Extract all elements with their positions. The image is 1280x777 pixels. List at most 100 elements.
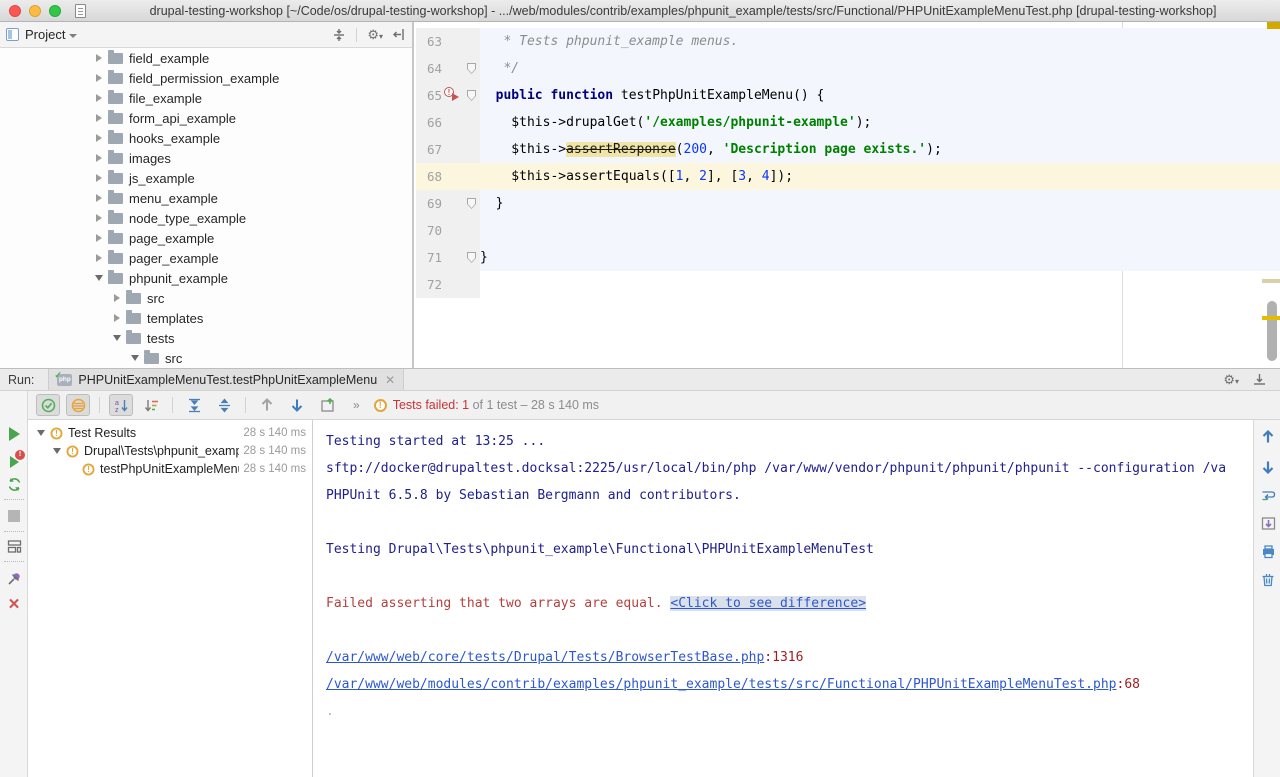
toolbar-overflow-chevron[interactable]: » <box>353 398 358 412</box>
scrollbar-mark-warning[interactable] <box>1262 279 1280 283</box>
project-tree-item[interactable]: src <box>0 348 410 368</box>
run-tab[interactable]: php✓ PHPUnitExampleMenuTest.testPhpUnitE… <box>48 369 404 390</box>
chevron-right-icon[interactable] <box>94 194 104 202</box>
editor-line[interactable]: 69 } <box>416 190 1280 217</box>
expand-all-button[interactable] <box>182 394 206 416</box>
editor-gutter[interactable]: 64 <box>416 55 480 82</box>
code-line[interactable]: $this->assertResponse(200, 'Description … <box>480 136 1280 163</box>
fold-marker-icon[interactable] <box>467 198 476 209</box>
chevron-down-icon[interactable] <box>69 34 77 38</box>
chevron-right-icon[interactable] <box>94 154 104 162</box>
rerun-failed-test-icon[interactable]: ! <box>444 87 457 100</box>
editor-line[interactable]: 63 * Tests phpunit_example menus. <box>416 28 1280 55</box>
chevron-down-icon[interactable] <box>130 355 140 361</box>
test-tree-item[interactable]: !Drupal\Tests\phpunit_example\Functional… <box>28 442 312 460</box>
settings-gear-icon[interactable]: ⚙▾ <box>1223 372 1239 388</box>
chevron-right-icon[interactable] <box>94 94 104 102</box>
pin-tab-button[interactable] <box>5 569 23 587</box>
error-stripe-mark[interactable] <box>1267 22 1280 29</box>
sort-by-duration-toggle[interactable] <box>139 394 163 416</box>
print-button[interactable] <box>1259 542 1277 560</box>
code-line[interactable] <box>480 217 1280 244</box>
hide-tool-window-button[interactable] <box>1253 373 1266 386</box>
line-number[interactable]: 69 <box>416 196 442 211</box>
chevron-down-icon[interactable] <box>112 335 122 341</box>
editor-line[interactable]: 68 $this->assertEquals([1, 2], [3, 4]); <box>416 163 1280 190</box>
previous-occurrence-button[interactable] <box>255 394 279 416</box>
project-tree-item[interactable]: field_permission_example <box>0 68 410 88</box>
project-tree-item[interactable]: js_example <box>0 168 410 188</box>
project-tree-item[interactable]: field_example <box>0 48 410 68</box>
editor-line[interactable]: 64 */ <box>416 55 1280 82</box>
hide-panel-button[interactable] <box>393 28 406 41</box>
toggle-auto-test-button[interactable] <box>5 475 23 493</box>
test-tree-item[interactable]: !Test Results28 s 140 ms <box>28 424 312 442</box>
project-tree-item[interactable]: node_type_example <box>0 208 410 228</box>
project-tree-item[interactable]: phpunit_example <box>0 268 410 288</box>
scrollbar-mark-warning-2[interactable] <box>1262 316 1280 320</box>
chevron-down-icon[interactable] <box>94 275 104 281</box>
close-window-button[interactable] <box>9 5 21 17</box>
chevron-right-icon[interactable] <box>94 254 104 262</box>
code-line[interactable]: } <box>480 190 1280 217</box>
code-line[interactable]: } <box>480 244 1280 271</box>
code-line[interactable]: $this->drupalGet('/examples/phpunit-exam… <box>480 109 1280 136</box>
fold-marker-icon[interactable] <box>467 252 476 263</box>
minimize-window-button[interactable] <box>29 5 41 17</box>
editor-gutter[interactable]: 67 <box>416 136 480 163</box>
editor-line[interactable]: 66 $this->drupalGet('/examples/phpunit-e… <box>416 109 1280 136</box>
line-number[interactable]: 71 <box>416 250 442 265</box>
editor-gutter[interactable]: 66 <box>416 109 480 136</box>
chevron-right-icon[interactable] <box>94 114 104 122</box>
editor-gutter[interactable]: 70 <box>416 217 480 244</box>
project-tree-item[interactable]: menu_example <box>0 188 410 208</box>
project-tree-item[interactable]: page_example <box>0 228 410 248</box>
down-the-stack-trace-button[interactable] <box>1259 458 1277 476</box>
editor-line[interactable]: 67 $this->assertResponse(200, 'Descripti… <box>416 136 1280 163</box>
show-ignored-toggle[interactable] <box>66 394 90 416</box>
stop-button[interactable] <box>5 507 23 525</box>
next-occurrence-button[interactable] <box>285 394 309 416</box>
editor-line[interactable]: 71} <box>416 244 1280 271</box>
chevron-right-icon[interactable] <box>112 294 122 302</box>
editor-scrollbar-thumb[interactable] <box>1267 301 1277 361</box>
editor-line[interactable]: 65! public function testPhpUnitExampleMe… <box>416 82 1280 109</box>
line-number[interactable]: 64 <box>416 61 442 76</box>
project-tree-item[interactable]: hooks_example <box>0 128 410 148</box>
line-number[interactable]: 68 <box>416 169 442 184</box>
zoom-window-button[interactable] <box>49 5 61 17</box>
line-number[interactable]: 70 <box>416 223 442 238</box>
test-tree-item[interactable]: !testPhpUnitExampleMenu28 s 140 ms <box>28 460 312 478</box>
chevron-right-icon[interactable] <box>112 314 122 322</box>
fold-marker-icon[interactable] <box>467 63 476 74</box>
line-number[interactable]: 65 <box>416 88 442 103</box>
editor-gutter[interactable]: 71 <box>416 244 480 271</box>
chevron-right-icon[interactable] <box>94 234 104 242</box>
rerun-button[interactable] <box>5 425 23 443</box>
line-number[interactable]: 66 <box>416 115 442 130</box>
chevron-down-icon[interactable] <box>52 448 62 454</box>
editor-gutter[interactable]: 65! <box>416 82 480 109</box>
editor-gutter[interactable]: 63 <box>416 28 480 55</box>
chevron-right-icon[interactable] <box>94 134 104 142</box>
project-tree-item[interactable]: tests <box>0 328 410 348</box>
project-tree-item[interactable]: images <box>0 148 410 168</box>
project-tree-item[interactable]: templates <box>0 308 410 328</box>
editor-line[interactable]: 72 <box>416 271 1280 298</box>
fold-marker-icon[interactable] <box>467 90 476 101</box>
chevron-right-icon[interactable] <box>94 174 104 182</box>
editor-gutter[interactable]: 68 <box>416 163 480 190</box>
restore-layout-button[interactable] <box>5 537 23 555</box>
code-editor[interactable]: 63 * Tests phpunit_example menus.64 */65… <box>416 22 1280 368</box>
project-tree-item[interactable]: src <box>0 288 410 308</box>
chevron-right-icon[interactable] <box>94 54 104 62</box>
code-line[interactable]: */ <box>480 55 1280 82</box>
line-number[interactable]: 72 <box>416 277 442 292</box>
collapse-all-button[interactable] <box>332 28 346 42</box>
close-run-panel-button[interactable]: ✕ <box>5 595 23 613</box>
code-line[interactable]: * Tests phpunit_example menus. <box>480 28 1280 55</box>
export-test-results-button[interactable] <box>315 394 339 416</box>
project-tree-item[interactable]: form_api_example <box>0 108 410 128</box>
collapse-all-button[interactable] <box>212 394 236 416</box>
show-passed-toggle[interactable] <box>36 394 60 416</box>
